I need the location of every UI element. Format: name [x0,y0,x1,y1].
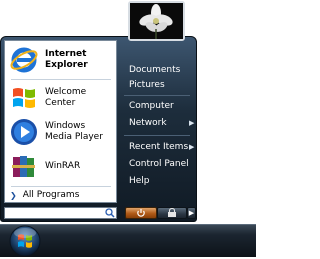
power-button[interactable] [125,207,157,219]
program-label: Internet Explorer [45,49,88,70]
menu-item-pictures[interactable]: Pictures [129,78,197,92]
menu-item-documents[interactable]: Documents [129,63,197,77]
lock-button[interactable] [157,207,187,219]
all-programs-label: All Programs [22,190,80,200]
shutdown-options-button[interactable]: ▶ [187,207,196,219]
divider [124,95,190,96]
media-player-icon [9,117,39,147]
power-icon [137,209,145,217]
menu-item-help[interactable]: Help [129,174,197,188]
program-winrar[interactable]: WinRAR [6,149,116,183]
program-label: Windows Media Player [45,121,103,142]
flower-icon [130,3,183,39]
pinned-programs-pane: Internet Explorer Welcome Center Windows… [4,40,117,203]
program-label: WinRAR [45,160,81,171]
program-label: Welcome Center [45,87,87,108]
search-icon[interactable] [105,208,115,218]
arrow-right-icon: ❯ [10,190,17,200]
search-input[interactable] [4,207,117,219]
lock-icon [168,207,176,217]
internet-explorer-icon [9,45,39,75]
arrow-right-icon: ▶ [188,209,195,217]
windows-orb-icon [9,225,41,257]
menu-item-computer[interactable]: Computer [129,99,197,113]
program-internet-explorer[interactable]: Internet Explorer [6,43,116,77]
chevron-right-icon: ▶ [189,143,195,151]
user-picture[interactable] [128,1,185,41]
chevron-right-icon: ▶ [189,119,195,127]
divider [124,135,190,136]
program-welcome-center[interactable]: Welcome Center [6,81,116,115]
menu-item-recent-items[interactable]: Recent Items ▶ [129,140,197,154]
start-button[interactable] [9,224,41,257]
program-windows-media-player[interactable]: Windows Media Player [6,115,116,149]
winrar-icon [9,151,39,181]
divider [11,79,111,80]
all-programs-button[interactable]: ❯ All Programs [7,189,115,201]
menu-item-control-panel[interactable]: Control Panel [129,157,197,171]
divider [11,186,111,187]
windows-logo-icon [9,83,39,113]
menu-item-network[interactable]: Network ▶ [129,116,197,130]
